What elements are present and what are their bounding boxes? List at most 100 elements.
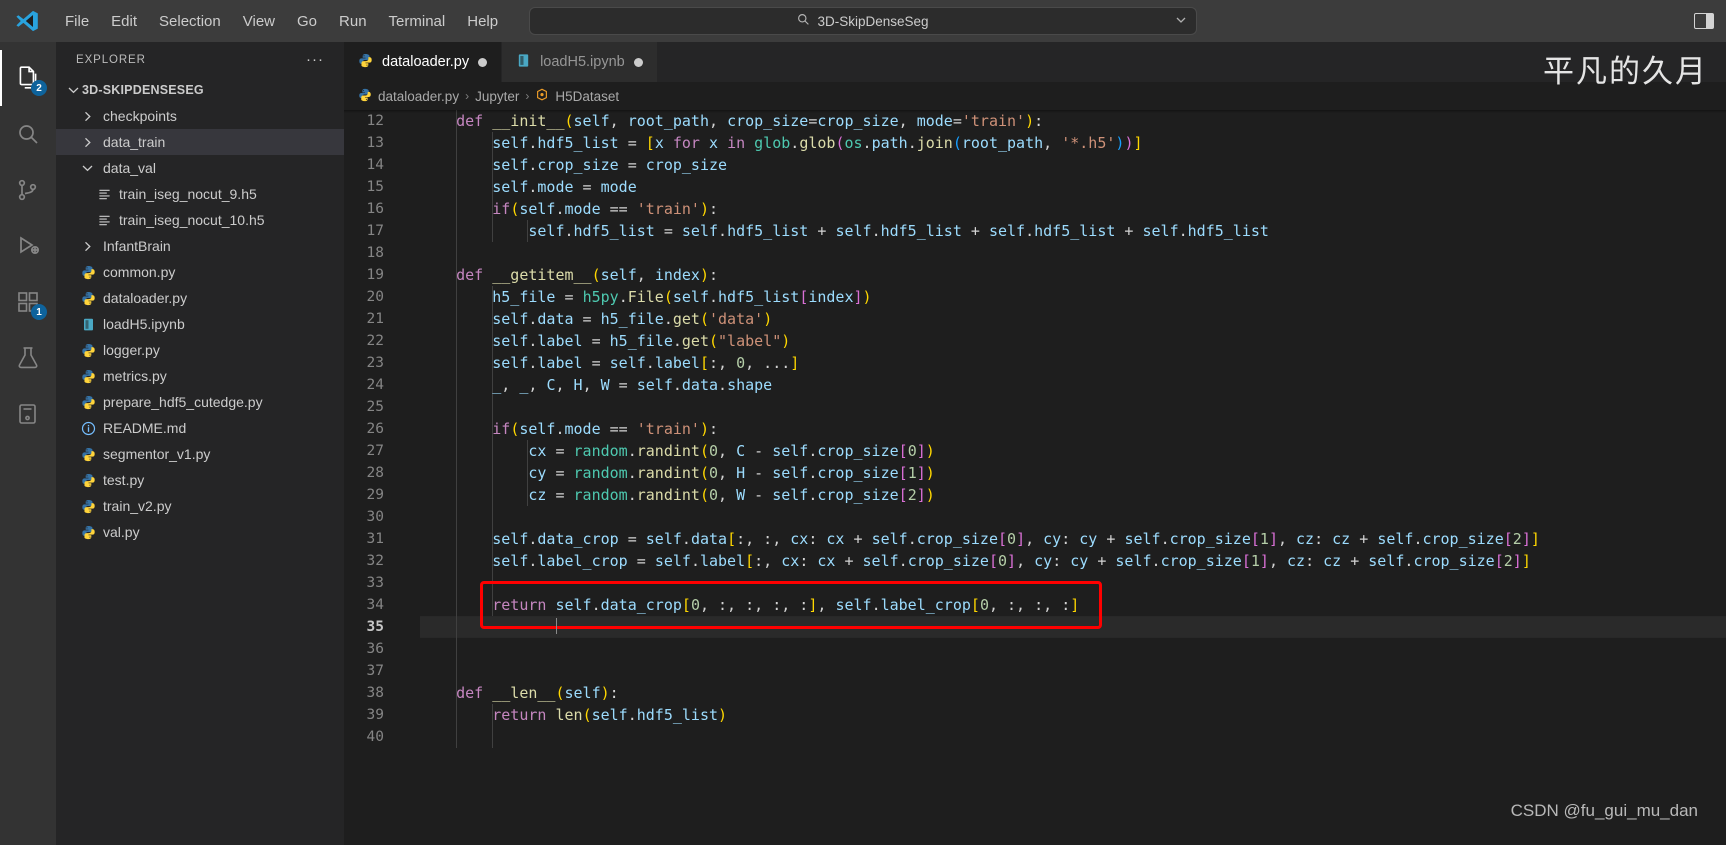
code-line[interactable]: 28 cy = random.randint(0, H - self.crop_… (344, 462, 1726, 484)
scroll-shadow (344, 110, 1726, 113)
tree-file-train-v2-py[interactable]: train_v2.py (56, 493, 344, 519)
code-line[interactable]: 30 (344, 506, 1726, 528)
sidebar-more-actions-icon[interactable]: ··· (306, 51, 324, 68)
workspace-root-label: 3D-SKIPDENSESEG (82, 83, 204, 97)
tree-item-label: test.py (103, 472, 145, 488)
workspace-root-row[interactable]: 3D-SKIPDENSESEG (56, 77, 344, 103)
menu-selection[interactable]: Selection (148, 9, 232, 34)
tree-folder-checkpoints[interactable]: checkpoints (56, 103, 344, 129)
breadcrumb-separator: › (525, 89, 530, 103)
menu-view[interactable]: View (232, 9, 286, 34)
code-line[interactable]: 40 (344, 726, 1726, 748)
explorer-badge: 2 (31, 80, 47, 96)
python-file-icon (78, 265, 98, 280)
line-number: 27 (366, 443, 384, 459)
line-number: 35 (366, 619, 384, 635)
menu-help[interactable]: Help (456, 9, 509, 34)
breadcrumb-file[interactable]: dataloader.py (358, 88, 459, 105)
line-number: 32 (366, 553, 384, 569)
menu-terminal[interactable]: Terminal (378, 9, 457, 34)
activity-explorer[interactable]: 2 (0, 50, 56, 106)
activity-search[interactable] (0, 106, 56, 162)
code-line-text: if(self.mode == 'train'): (492, 420, 719, 438)
chevron-right-icon (78, 241, 96, 252)
tab-loadh5-ipynb[interactable]: loadH5.ipynb (502, 42, 658, 82)
tree-file-readme-md[interactable]: README.md (56, 415, 344, 441)
current-line-highlight (420, 616, 1726, 638)
tree-file-common-py[interactable]: common.py (56, 259, 344, 285)
tree-file-train-iseg-nocut-10-h5[interactable]: train_iseg_nocut_10.h5 (56, 207, 344, 233)
code-line[interactable]: 37 (344, 660, 1726, 682)
vscode-logo-icon (0, 9, 54, 33)
tab-dataloader-py[interactable]: dataloader.py (344, 42, 503, 82)
tree-folder-data-val[interactable]: data_val (56, 155, 344, 181)
tree-file-test-py[interactable]: test.py (56, 467, 344, 493)
line-number: 26 (366, 421, 384, 437)
menu-run[interactable]: Run (328, 9, 378, 34)
code-line[interactable]: 31 self.data_crop = self.data[:, :, cx: … (344, 528, 1726, 550)
code-line[interactable]: 12 def __init__(self, root_path, crop_si… (344, 110, 1726, 132)
code-line[interactable]: 19 def __getitem__(self, index): (344, 264, 1726, 286)
chevron-down-icon[interactable] (1176, 16, 1186, 27)
activity-remote-explorer[interactable] (0, 386, 56, 442)
tree-file-train-iseg-nocut-9-h5[interactable]: train_iseg_nocut_9.h5 (56, 181, 344, 207)
code-line[interactable]: 20 h5_file = h5py.File(self.hdf5_list[in… (344, 286, 1726, 308)
python-file-icon (78, 395, 98, 410)
code-line[interactable]: 35 (344, 616, 1726, 638)
code-line[interactable]: 27 cx = random.randint(0, C - self.crop_… (344, 440, 1726, 462)
code-line[interactable]: 24 _, _, C, H, W = self.data.shape (344, 374, 1726, 396)
tree-item-label: README.md (103, 420, 187, 436)
breadcrumb-symbol-class[interactable]: H5Dataset (535, 88, 619, 105)
code-line[interactable]: 18 (344, 242, 1726, 264)
tree-file-metrics-py[interactable]: metrics.py (56, 363, 344, 389)
chevron-down-icon (64, 86, 82, 94)
menu-edit[interactable]: Edit (100, 9, 148, 34)
code-line[interactable]: 34 return self.data_crop[0, :, :, :, :],… (344, 594, 1726, 616)
tree-file-val-py[interactable]: val.py (56, 519, 344, 545)
code-line[interactable]: 26 if(self.mode == 'train'): (344, 418, 1726, 440)
menu-file[interactable]: File (54, 9, 100, 34)
activity-source-control[interactable] (0, 162, 56, 218)
tree-item-label: loadH5.ipynb (103, 316, 185, 332)
editor-group: dataloader.py loadH5.ipynb dataloader.py… (344, 42, 1726, 845)
code-line[interactable]: 29 cz = random.randint(0, W - self.crop_… (344, 484, 1726, 506)
tree-file-segmentor-v1-py[interactable]: segmentor_v1.py (56, 441, 344, 467)
breadcrumb-symbol-jupyter[interactable]: Jupyter (475, 89, 519, 104)
tree-file-prepare-hdf5-cutedge-py[interactable]: prepare_hdf5_cutedge.py (56, 389, 344, 415)
code-line[interactable]: 39 return len(self.hdf5_list) (344, 704, 1726, 726)
python-file-icon (78, 499, 98, 514)
unsaved-indicator-icon[interactable] (478, 57, 488, 67)
activity-extensions[interactable]: 1 (0, 274, 56, 330)
code-line[interactable]: 21 self.data = h5_file.get('data') (344, 308, 1726, 330)
tree-folder-data-train[interactable]: data_train (56, 129, 344, 155)
code-editor[interactable]: 12 def __init__(self, root_path, crop_si… (344, 110, 1726, 845)
tab-label: loadH5.ipynb (540, 54, 625, 70)
toggle-panel-layout-icon[interactable] (1694, 13, 1714, 29)
tree-file-dataloader-py[interactable]: dataloader.py (56, 285, 344, 311)
activity-run-debug[interactable] (0, 218, 56, 274)
code-line[interactable]: 16 if(self.mode == 'train'): (344, 198, 1726, 220)
code-line[interactable]: 15 self.mode = mode (344, 176, 1726, 198)
code-line[interactable]: 22 self.label = h5_file.get("label") (344, 330, 1726, 352)
code-line[interactable]: 14 self.crop_size = crop_size (344, 154, 1726, 176)
tree-folder-infantbrain[interactable]: InfantBrain (56, 233, 344, 259)
unsaved-indicator-icon[interactable] (633, 57, 643, 67)
workbench-body: 2 1 EXPLORER ··· 3D-SKIPDENSESEG checkpo… (0, 42, 1726, 845)
code-line[interactable]: 17 self.hdf5_list = self.hdf5_list + sel… (344, 220, 1726, 242)
tree-item-label: InfantBrain (103, 238, 171, 254)
tree-file-logger-py[interactable]: logger.py (56, 337, 344, 363)
code-line[interactable]: 13 self.hdf5_list = [x for x in glob.glo… (344, 132, 1726, 154)
code-line[interactable]: 23 self.label = self.label[:, 0, ...] (344, 352, 1726, 374)
code-line[interactable]: 32 self.label_crop = self.label[:, cx: c… (344, 550, 1726, 572)
code-line[interactable]: 38 def __len__(self): (344, 682, 1726, 704)
code-line[interactable]: 36 (344, 638, 1726, 660)
tree-item-label: data_val (103, 160, 156, 176)
command-center[interactable]: 3D-SkipDenseSeg (529, 7, 1197, 35)
menu-go[interactable]: Go (286, 9, 328, 34)
code-line-text: return len(self.hdf5_list) (492, 706, 728, 724)
code-line[interactable]: 25 (344, 396, 1726, 418)
activity-testing[interactable] (0, 330, 56, 386)
code-line[interactable]: 33 (344, 572, 1726, 594)
text-cursor-icon (556, 618, 557, 634)
tree-file-loadh5-ipynb[interactable]: loadH5.ipynb (56, 311, 344, 337)
